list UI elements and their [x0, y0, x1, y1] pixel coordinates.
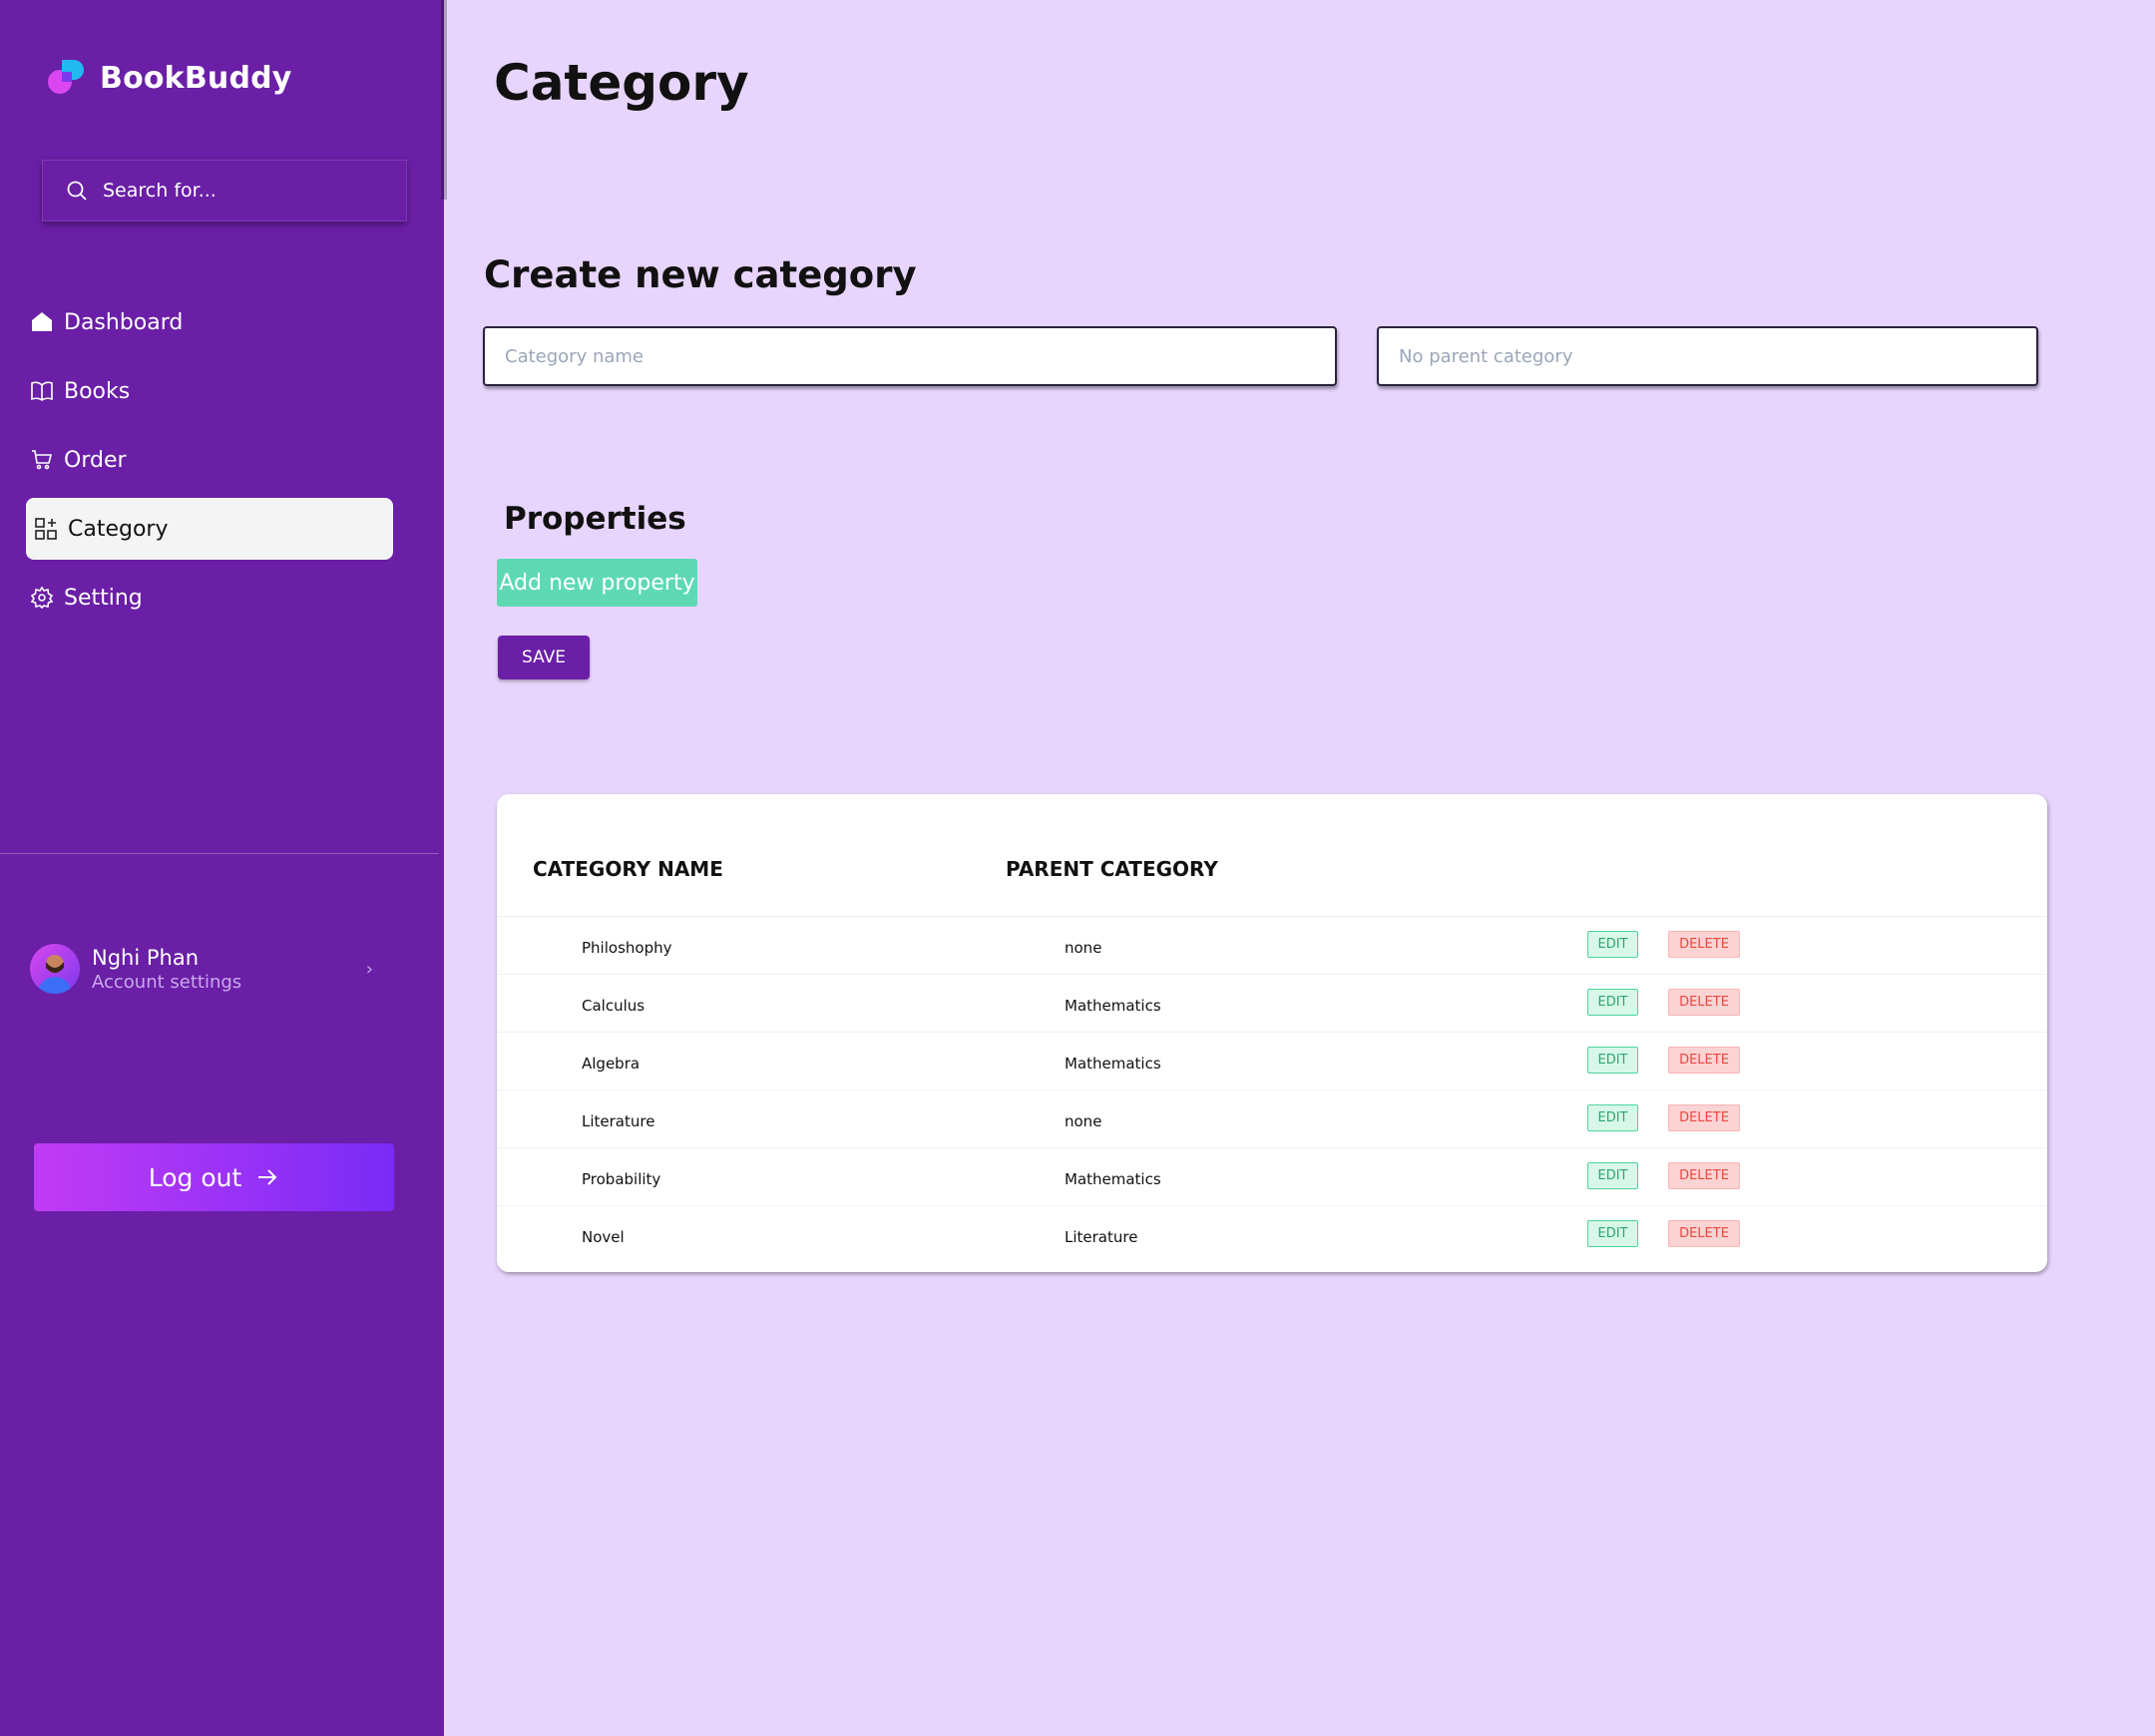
table-row: Algebra Mathematics EDIT DELETE — [497, 1033, 2047, 1090]
category-name-cell: Literature — [582, 1112, 655, 1130]
parent-category-cell: Mathematics — [1065, 1170, 1161, 1188]
bookbuddy-logo-icon — [46, 56, 90, 100]
sidebar-item-label: Setting — [64, 585, 143, 611]
category-table: CATEGORY NAME PARENT CATEGORY Philoshoph… — [497, 794, 2047, 1272]
sidebar-edge — [441, 0, 447, 200]
column-header-category-name: CATEGORY NAME — [533, 857, 723, 881]
category-name-cell: Algebra — [582, 1055, 641, 1073]
sidebar-item-dashboard[interactable]: Dashboard — [26, 291, 393, 353]
logout-label: Log out — [148, 1162, 242, 1192]
parent-category-cell: none — [1065, 1112, 1102, 1130]
sidebar-item-label: Dashboard — [64, 309, 184, 335]
search-icon — [67, 181, 87, 201]
sidebar-divider — [0, 853, 439, 854]
profile-card[interactable]: Nghi Phan Account settings › — [30, 944, 379, 994]
delete-button[interactable]: DELETE — [1668, 1104, 1740, 1131]
table-row: Literature none EDIT DELETE — [497, 1090, 2047, 1148]
chevron-right-icon[interactable]: › — [366, 959, 373, 980]
delete-button[interactable]: DELETE — [1668, 1162, 1740, 1189]
search-input[interactable] — [103, 180, 362, 202]
edit-button[interactable]: EDIT — [1587, 1220, 1638, 1247]
parent-category-value: No parent category — [1399, 345, 1573, 367]
delete-button[interactable]: DELETE — [1668, 931, 1740, 958]
create-category-title: Create new category — [484, 253, 917, 296]
sidebar-item-books[interactable]: Books — [26, 360, 393, 422]
book-icon — [31, 381, 53, 401]
parent-category-cell: Literature — [1065, 1228, 1138, 1246]
properties-title: Properties — [504, 501, 686, 537]
sidebar-item-label: Category — [68, 516, 169, 542]
edit-button[interactable]: EDIT — [1587, 931, 1638, 958]
parent-category-cell: Mathematics — [1065, 997, 1161, 1015]
gear-icon — [30, 586, 54, 610]
sidebar: BookBuddy Dashboard Books Order — [0, 0, 444, 1736]
home-icon — [32, 312, 52, 331]
sidebar-item-category[interactable]: Category — [26, 498, 393, 560]
category-name-input[interactable] — [483, 326, 1337, 386]
category-name-cell: Probability — [582, 1170, 661, 1188]
page-title: Category — [494, 54, 749, 112]
avatar — [30, 944, 80, 994]
category-icon — [35, 518, 57, 540]
table-body: Philoshophy none EDIT DELETE Calculus Mathema… — [497, 917, 2047, 1264]
parent-category-cell: Mathematics — [1065, 1055, 1161, 1073]
delete-button[interactable]: DELETE — [1668, 1220, 1740, 1247]
category-name-cell: Novel — [582, 1228, 625, 1246]
logout-button[interactable]: Log out — [34, 1143, 394, 1211]
cart-icon — [32, 450, 53, 470]
edit-button[interactable]: EDIT — [1587, 1104, 1638, 1131]
parent-category-cell: none — [1065, 939, 1102, 957]
sidebar-item-label: Order — [64, 447, 127, 473]
save-button[interactable]: SAVE — [498, 636, 590, 679]
account-settings-link[interactable]: Account settings — [92, 972, 354, 993]
brand[interactable]: BookBuddy — [46, 56, 292, 100]
arrow-right-icon — [258, 1169, 277, 1185]
table-row: Philoshophy none EDIT DELETE — [497, 917, 2047, 975]
add-property-button[interactable]: Add new property — [497, 559, 697, 607]
edit-button[interactable]: EDIT — [1587, 989, 1638, 1016]
search-box[interactable] — [42, 160, 407, 221]
edit-button[interactable]: EDIT — [1587, 1047, 1638, 1074]
category-name-cell: Calculus — [582, 997, 646, 1015]
parent-category-select[interactable]: No parent category — [1377, 326, 2038, 386]
edit-button[interactable]: EDIT — [1587, 1162, 1638, 1189]
table-row: Calculus Mathematics EDIT DELETE — [497, 975, 2047, 1033]
sidebar-nav: Dashboard Books Order Category Setting — [26, 291, 393, 636]
category-name-cell: Philoshophy — [582, 939, 672, 957]
sidebar-item-setting[interactable]: Setting — [26, 567, 393, 629]
column-header-parent-category: PARENT CATEGORY — [1006, 857, 1218, 881]
sidebar-item-label: Books — [64, 378, 131, 404]
delete-button[interactable]: DELETE — [1668, 989, 1740, 1016]
table-row: Novel Literature EDIT DELETE — [497, 1206, 2047, 1264]
profile-name: Nghi Phan — [92, 945, 200, 970]
sidebar-item-order[interactable]: Order — [26, 429, 393, 491]
table-row: Probability Mathematics EDIT DELETE — [497, 1148, 2047, 1206]
delete-button[interactable]: DELETE — [1668, 1047, 1740, 1074]
brand-name: BookBuddy — [100, 60, 292, 96]
